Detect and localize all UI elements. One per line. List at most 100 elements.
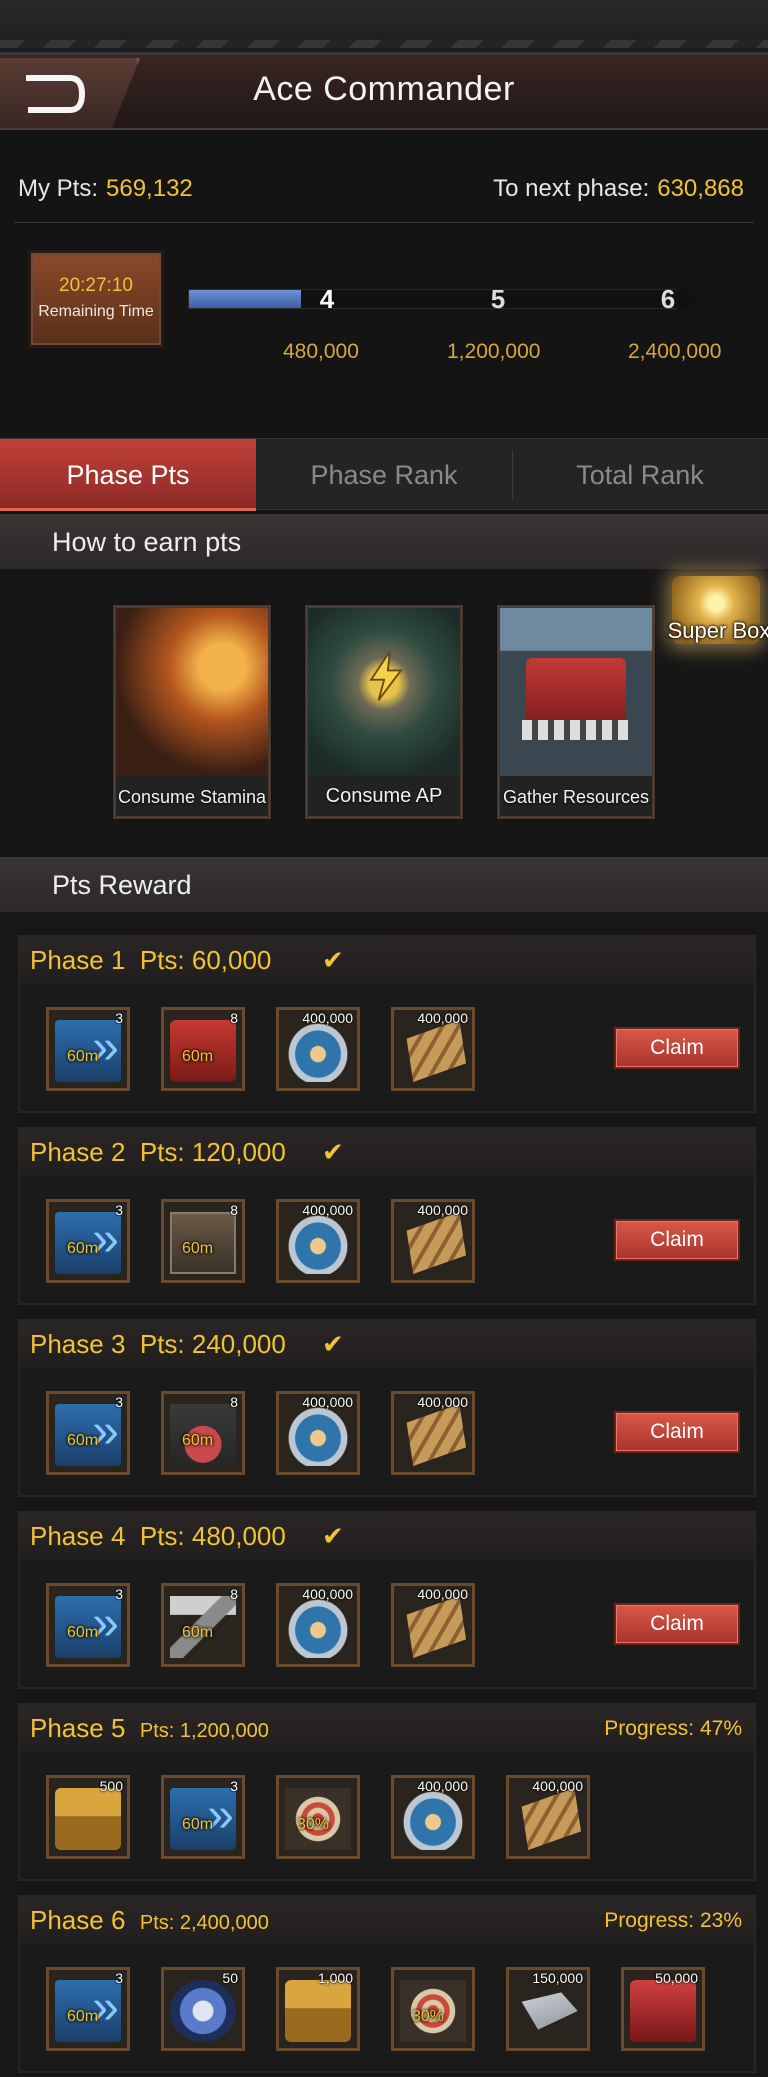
reward-item[interactable]: 400,000 bbox=[391, 1775, 475, 1859]
reward-item-qty: 400,000 bbox=[417, 1586, 468, 1602]
remaining-time-box: 20:27:10 Remaining Time bbox=[28, 250, 164, 348]
completed-check-icon: ✔ bbox=[322, 1521, 344, 1551]
claim-button[interactable]: Claim bbox=[614, 1603, 740, 1645]
my-pts: My Pts: 569,132 bbox=[18, 175, 193, 203]
phase-title: Phase 2 Pts: 120,000 bbox=[30, 1137, 286, 1168]
reward-item[interactable]: 60m 8 bbox=[161, 1583, 245, 1667]
reward-item-tag: 60m bbox=[67, 1432, 99, 1449]
reward-item[interactable]: 60m 3 bbox=[46, 1391, 130, 1475]
reward-item-tag: 60m bbox=[67, 2008, 99, 2025]
reward-item[interactable]: 60m 3 bbox=[46, 1199, 130, 1283]
chest-icon bbox=[55, 1788, 121, 1850]
reward-item-tag: 60m bbox=[182, 1816, 214, 1833]
reward-item[interactable]: 150,000 bbox=[506, 1967, 590, 2051]
reward-item[interactable]: 400,000 bbox=[506, 1775, 590, 1859]
phase-label: Phase 1 bbox=[30, 945, 126, 975]
phase-node-6: 6 bbox=[660, 284, 676, 314]
phase-label: Phase 4 bbox=[30, 1521, 126, 1551]
phase-title: Phase 1 Pts: 60,000 bbox=[30, 945, 271, 976]
super-box-label: Super Box bbox=[667, 618, 768, 643]
phase-pts: Pts: 240,000 bbox=[139, 1329, 286, 1359]
phase-node-5: 5 bbox=[490, 284, 506, 314]
tab-phase-rank[interactable]: Phase Rank bbox=[256, 439, 512, 511]
phase-progress-track bbox=[188, 289, 678, 309]
reward-item[interactable]: 500 bbox=[46, 1775, 130, 1859]
next-phase-pts: To next phase: 630,868 bbox=[493, 175, 744, 203]
phase-header: Phase 3 Pts: 240,000 ✔ bbox=[20, 1321, 754, 1369]
reward-item[interactable]: 60m 3 bbox=[46, 1967, 130, 2051]
phase-title: Phase 5 Pts: 1,200,000 bbox=[30, 1713, 269, 1744]
food-can-icon bbox=[285, 1404, 351, 1466]
phase-header: Phase 5 Pts: 1,200,000 Progress: 47% bbox=[20, 1705, 754, 1753]
earn-card-stamina[interactable]: Consume Stamina bbox=[113, 605, 271, 819]
reward-item[interactable]: 400,000 bbox=[276, 1583, 360, 1667]
reward-item-qty: 400,000 bbox=[417, 1202, 468, 1218]
wood-icon bbox=[406, 1404, 466, 1466]
reward-item-qty: 3 bbox=[115, 1970, 123, 1986]
reward-item[interactable]: 400,000 bbox=[276, 1391, 360, 1475]
phase-header: Phase 1 Pts: 60,000 ✔ bbox=[20, 937, 754, 985]
earn-card-ap[interactable]: Consume AP bbox=[305, 605, 463, 819]
reward-item[interactable]: 30% bbox=[276, 1775, 360, 1859]
reward-item[interactable]: 50,000 bbox=[621, 1967, 705, 2051]
phase-title: Phase 3 Pts: 240,000 bbox=[30, 1329, 286, 1360]
reward-item-qty: 3 bbox=[115, 1202, 123, 1218]
reward-item[interactable]: 400,000 bbox=[276, 1199, 360, 1283]
my-pts-label: My Pts: bbox=[18, 175, 99, 202]
tab-total-rank[interactable]: Total Rank bbox=[512, 439, 768, 511]
reward-item-tag: 60m bbox=[182, 1624, 214, 1641]
reward-item[interactable]: 1,000 bbox=[276, 1967, 360, 2051]
claim-button[interactable]: Claim bbox=[614, 1411, 740, 1453]
reward-item-qty: 3 bbox=[115, 1586, 123, 1602]
reward-item-qty: 1,000 bbox=[317, 1970, 353, 1986]
reward-item-tag: 30% bbox=[297, 1816, 330, 1833]
reward-item[interactable]: 400,000 bbox=[391, 1199, 475, 1283]
top-status-bar bbox=[0, 0, 768, 55]
phase-node-6-value: 2,400,000 bbox=[628, 340, 722, 363]
reward-item[interactable]: 50 bbox=[161, 1967, 245, 2051]
phase-node-4-value: 480,000 bbox=[283, 340, 359, 363]
reward-item-tag: 60m bbox=[182, 1240, 214, 1257]
reward-item[interactable]: 400,000 bbox=[391, 1007, 475, 1091]
reward-item[interactable]: 60m 3 bbox=[46, 1007, 130, 1091]
reward-item-qty: 400,000 bbox=[417, 1394, 468, 1410]
tab-phase-pts[interactable]: Phase Pts bbox=[0, 439, 256, 511]
wood-icon bbox=[406, 1596, 466, 1658]
reward-item-qty: 3 bbox=[230, 1778, 238, 1794]
pts-reward-heading: Pts Reward bbox=[0, 857, 768, 913]
reward-item[interactable]: 400,000 bbox=[391, 1391, 475, 1475]
claim-button[interactable]: Claim bbox=[614, 1027, 740, 1069]
claim-button[interactable]: Claim bbox=[614, 1219, 740, 1261]
reward-item[interactable]: 30% bbox=[391, 1967, 475, 2051]
phase-label: Phase 2 bbox=[30, 1137, 126, 1167]
reward-item-qty: 150,000 bbox=[532, 1970, 583, 1986]
reward-item[interactable]: 60m 3 bbox=[46, 1583, 130, 1667]
reward-item-qty: 8 bbox=[230, 1586, 238, 1602]
stamina-art-icon bbox=[116, 608, 268, 776]
phase-reward-5: Phase 5 Pts: 1,200,000 Progress: 47% 500 60… bbox=[18, 1703, 756, 1881]
reward-item-qty: 400,000 bbox=[302, 1010, 353, 1026]
phase-reward-4: Phase 4 Pts: 480,000 ✔ 60m 3 60m 8 400,000 400,… bbox=[18, 1511, 756, 1689]
reward-item[interactable]: 400,000 bbox=[391, 1583, 475, 1667]
next-phase-value: 630,868 bbox=[657, 175, 744, 202]
phase-reward-6: Phase 6 Pts: 2,400,000 Progress: 23% 60m 3 5… bbox=[18, 1895, 756, 2073]
reward-item-tag: 60m bbox=[67, 1240, 99, 1257]
wood-icon bbox=[521, 1788, 581, 1850]
phase-title: Phase 6 Pts: 2,400,000 bbox=[30, 1905, 269, 1936]
reward-item-qty: 400,000 bbox=[302, 1202, 353, 1218]
reward-item[interactable]: 60m 8 bbox=[161, 1391, 245, 1475]
super-box[interactable]: Super Box bbox=[664, 570, 768, 650]
reward-item-qty: 400,000 bbox=[302, 1394, 353, 1410]
food-can-icon bbox=[400, 1788, 466, 1850]
reward-item[interactable]: 60m 8 bbox=[161, 1007, 245, 1091]
page-title: Ace Commander bbox=[253, 70, 515, 108]
reward-item-qty: 8 bbox=[230, 1202, 238, 1218]
reward-item[interactable]: 60m 8 bbox=[161, 1199, 245, 1283]
reward-item-tag: 60m bbox=[182, 1432, 214, 1449]
reward-item-tag: 60m bbox=[67, 1624, 99, 1641]
phase-label: Phase 5 bbox=[30, 1713, 126, 1743]
reward-item[interactable]: 400,000 bbox=[276, 1007, 360, 1091]
phase-progress-fill bbox=[189, 290, 302, 308]
earn-card-gather[interactable]: Gather Resources bbox=[497, 605, 655, 819]
reward-item[interactable]: 60m 3 bbox=[161, 1775, 245, 1859]
